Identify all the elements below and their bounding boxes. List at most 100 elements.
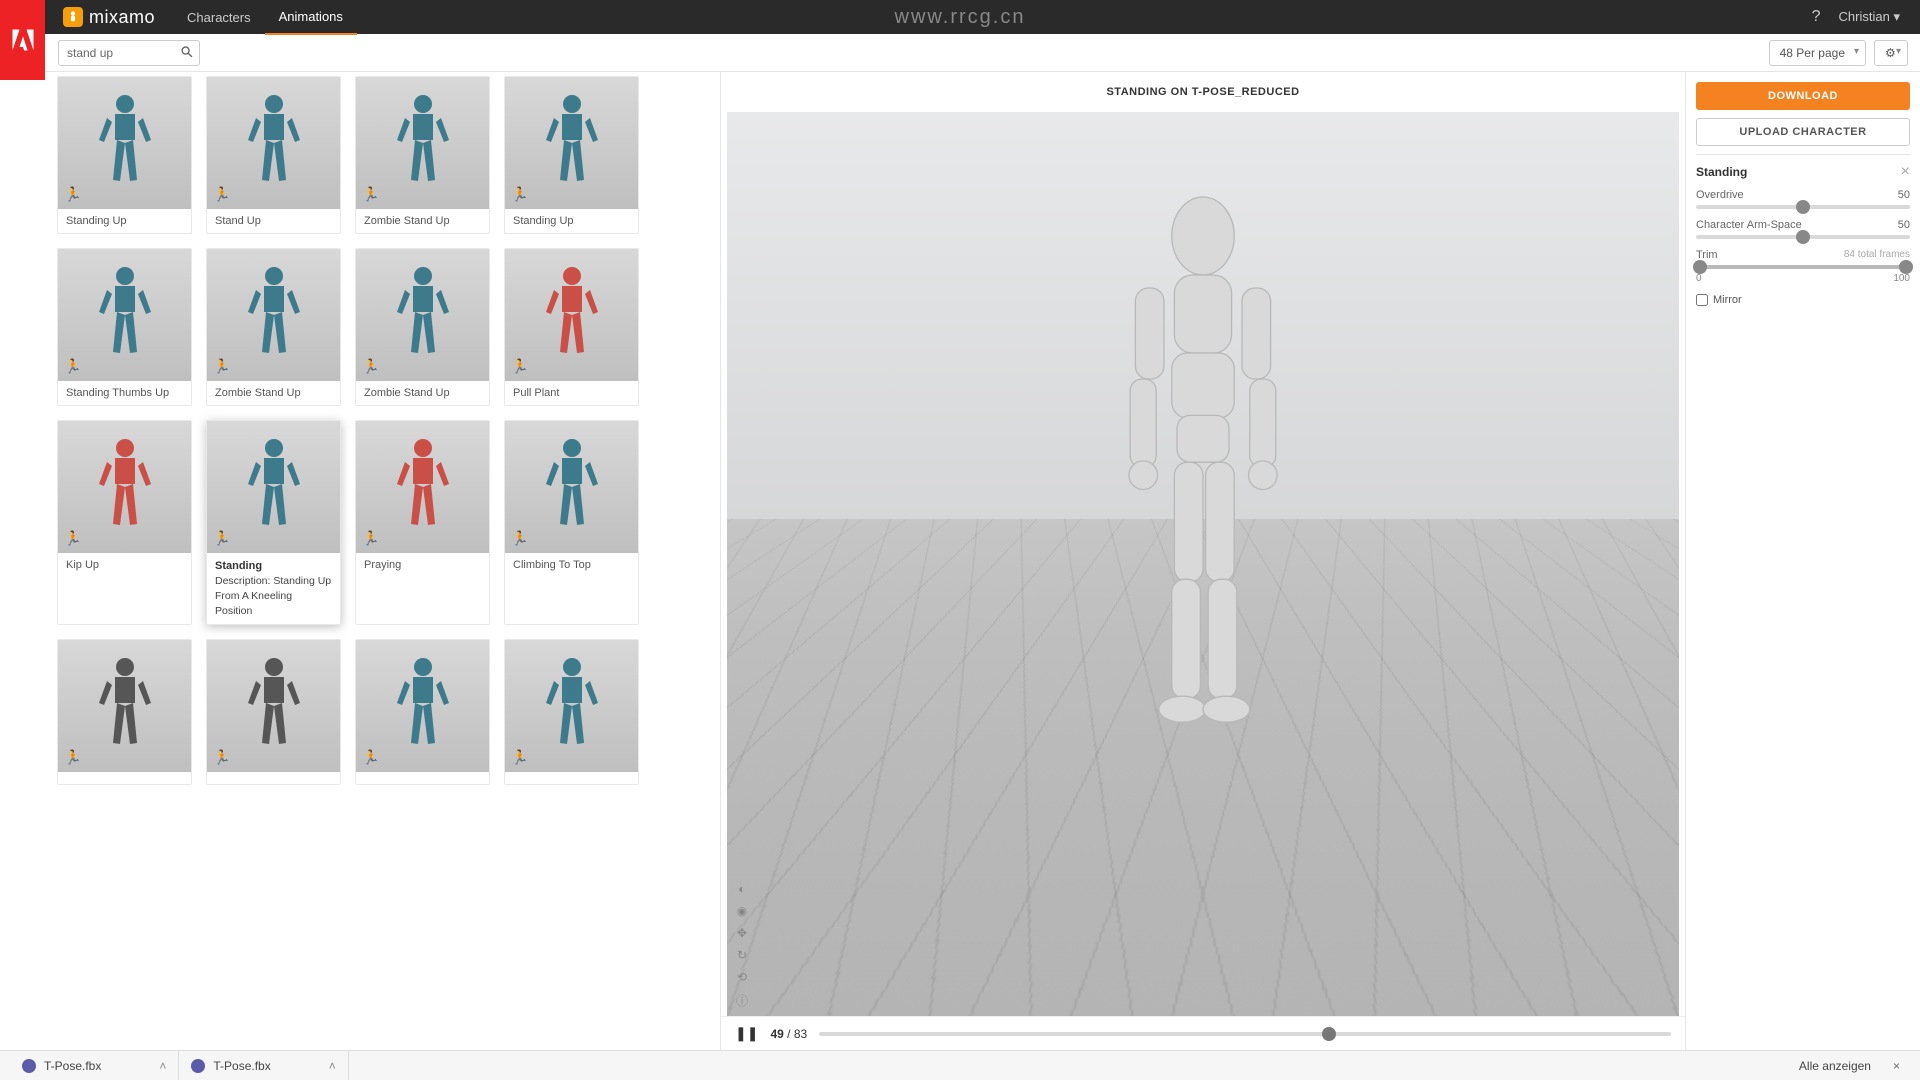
settings-button[interactable]: ⚙ xyxy=(1874,40,1908,66)
results-grid-scroll[interactable]: 🏃 Standing Up 🏃 Stand Up 🏃 Zombie Stand … xyxy=(45,72,720,1050)
brand-name: mixamo xyxy=(89,7,155,28)
result-label: Standing Up xyxy=(505,209,638,233)
runner-icon: 🏃 xyxy=(64,186,81,203)
runner-icon: 🏃 xyxy=(64,530,81,547)
result-label: Stand Up xyxy=(207,209,340,233)
result-label xyxy=(207,772,340,784)
viewport-tools: ◐ ◉ ✥ ↻ ⟲ ⓘ xyxy=(735,882,749,1006)
chevron-down-icon: ▾ xyxy=(1893,9,1900,24)
result-label: Zombie Stand Up xyxy=(356,209,489,233)
result-label: Zombie Stand Up xyxy=(207,381,340,405)
search-icon[interactable] xyxy=(180,45,194,64)
result-thumb: 🏃 xyxy=(207,640,340,772)
mirror-checkbox[interactable]: Mirror xyxy=(1696,294,1910,306)
runner-icon: 🏃 xyxy=(213,530,230,547)
result-card[interactable]: 🏃 xyxy=(57,639,192,785)
result-card[interactable]: 🏃 Climbing To Top xyxy=(504,420,639,625)
help-icon[interactable]: ? xyxy=(1812,8,1821,26)
chevron-up-icon[interactable]: ˄ xyxy=(329,1059,336,1073)
runner-icon: 🏃 xyxy=(511,530,528,547)
result-card[interactable]: 🏃 Zombie Stand Up xyxy=(206,248,341,406)
param-slider[interactable] xyxy=(1696,205,1910,209)
result-card[interactable]: 🏃 xyxy=(504,639,639,785)
result-thumb: 🏃 xyxy=(58,249,191,381)
result-card[interactable]: 🏃 Zombie Stand Up xyxy=(355,76,490,234)
result-card[interactable]: 🏃 Standing Thumbs Up xyxy=(57,248,192,406)
runner-icon: 🏃 xyxy=(362,186,379,203)
mirror-checkbox-input[interactable] xyxy=(1696,294,1708,306)
runner-icon: 🏃 xyxy=(511,749,528,766)
tool-camera-icon[interactable]: ◉ xyxy=(735,904,749,918)
chevron-up-icon[interactable]: ˄ xyxy=(159,1059,166,1073)
result-card[interactable]: 🏃 Zombie Stand Up xyxy=(355,248,490,406)
result-label: Standing Up xyxy=(58,209,191,233)
viewport-title: STANDING ON T-POSE_REDUCED xyxy=(721,72,1685,112)
tool-move-icon[interactable]: ✥ xyxy=(735,926,749,940)
runner-icon: 🏃 xyxy=(362,358,379,375)
nav-animations[interactable]: Animations xyxy=(265,0,357,35)
tool-reset-icon[interactable]: ⟲ xyxy=(735,970,749,984)
param-overdrive: Overdrive50 xyxy=(1696,189,1910,209)
slider-knob[interactable] xyxy=(1796,200,1810,214)
trim-knob-end[interactable] xyxy=(1899,260,1913,274)
file-icon xyxy=(191,1059,205,1073)
nav-characters[interactable]: Characters xyxy=(173,1,265,34)
result-card[interactable]: 🏃 Pull Plant xyxy=(504,248,639,406)
result-label: Pull Plant xyxy=(505,381,638,405)
result-card[interactable]: 🏃 Standing Up xyxy=(57,76,192,234)
viewport-3d[interactable]: ◐ ◉ ✥ ↻ ⟲ ⓘ xyxy=(727,112,1679,1016)
user-menu[interactable]: Christian ▾ xyxy=(1839,9,1900,25)
result-card[interactable]: 🏃 Stand Up xyxy=(206,76,341,234)
timeline-counter: 49 / 83 xyxy=(770,1027,807,1041)
result-thumb: 🏃 xyxy=(505,249,638,381)
result-card[interactable]: 🏃 xyxy=(355,639,490,785)
result-thumb: 🏃 xyxy=(356,421,489,553)
close-download-bar[interactable]: × xyxy=(1883,1059,1910,1073)
timeline-knob[interactable] xyxy=(1322,1027,1336,1041)
result-thumb: 🏃 xyxy=(207,77,340,209)
result-thumb: 🏃 xyxy=(356,77,489,209)
timeline-track[interactable] xyxy=(819,1032,1671,1036)
viewport-panel: STANDING ON T-POSE_REDUCED xyxy=(720,72,1685,1050)
right-panel: DOWNLOAD UPLOAD CHARACTER Standing × Ove… xyxy=(1685,72,1920,1050)
close-icon[interactable]: × xyxy=(1901,163,1910,181)
result-thumb: 🏃 xyxy=(505,77,638,209)
trim-knob-start[interactable] xyxy=(1693,260,1707,274)
panel-title: Standing xyxy=(1696,165,1747,179)
result-thumb: 🏃 xyxy=(58,77,191,209)
gear-icon: ⚙ xyxy=(1885,46,1896,60)
param-slider[interactable] xyxy=(1696,235,1910,239)
download-button[interactable]: DOWNLOAD xyxy=(1696,82,1910,110)
result-card[interactable]: 🏃 StandingDescription: Standing Up From … xyxy=(206,420,341,625)
result-card[interactable]: 🏃 Standing Up xyxy=(504,76,639,234)
result-card[interactable]: 🏃 xyxy=(206,639,341,785)
result-card[interactable]: 🏃 Kip Up xyxy=(57,420,192,625)
show-all-downloads[interactable]: Alle anzeigen xyxy=(1787,1059,1883,1073)
character-preview xyxy=(1073,184,1333,808)
tool-info-icon[interactable]: ⓘ xyxy=(735,992,749,1006)
brand[interactable]: mixamo xyxy=(45,7,173,28)
download-item[interactable]: T-Pose.fbx˄ xyxy=(179,1051,348,1080)
runner-icon: 🏃 xyxy=(64,358,81,375)
result-label xyxy=(356,772,489,784)
result-label: Standing Thumbs Up xyxy=(58,381,191,405)
upload-character-button[interactable]: UPLOAD CHARACTER xyxy=(1696,118,1910,146)
param-character-arm-space: Character Arm-Space50 xyxy=(1696,219,1910,239)
tool-light-icon[interactable]: ◐ xyxy=(735,882,749,896)
pause-button[interactable]: ❚❚ xyxy=(735,1025,758,1042)
adobe-logo-icon xyxy=(9,26,37,54)
tool-rotate-icon[interactable]: ↻ xyxy=(735,948,749,962)
result-label xyxy=(58,772,191,784)
adobe-badge xyxy=(0,0,45,80)
per-page-select[interactable]: 48 Per page xyxy=(1769,40,1866,66)
result-card[interactable]: 🏃 Praying xyxy=(355,420,490,625)
result-label: Climbing To Top xyxy=(505,553,638,577)
result-label xyxy=(505,772,638,784)
trim-slider[interactable] xyxy=(1696,265,1910,269)
download-item[interactable]: T-Pose.fbx˄ xyxy=(10,1051,179,1080)
runner-icon: 🏃 xyxy=(64,749,81,766)
slider-knob[interactable] xyxy=(1796,230,1810,244)
result-label: Zombie Stand Up xyxy=(356,381,489,405)
search-input[interactable] xyxy=(58,40,200,66)
result-thumb: 🏃 xyxy=(58,421,191,553)
